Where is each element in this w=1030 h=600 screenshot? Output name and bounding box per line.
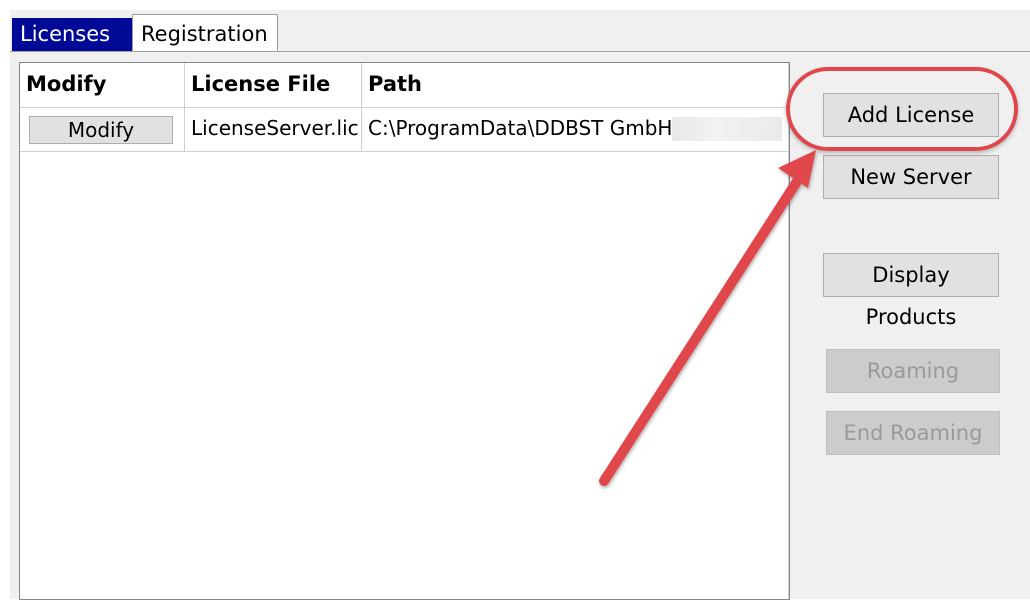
column-header-modify[interactable]: Modify — [20, 63, 185, 107]
roaming-button[interactable]: Roaming — [826, 349, 1000, 393]
path-cell[interactable]: C:\ProgramData\DDBST GmbH\ — [362, 107, 789, 151]
grid-divider — [788, 63, 789, 599]
column-header-path[interactable]: Path — [362, 63, 789, 107]
table-row[interactable]: Modify LicenseServer.lic C:\ProgramData\… — [20, 107, 789, 152]
redacted-path-blur — [672, 117, 782, 141]
tab-registration[interactable]: Registration — [132, 14, 278, 52]
end-roaming-button[interactable]: End Roaming — [826, 411, 1000, 455]
modify-cell: Modify — [20, 107, 185, 151]
display-products-button[interactable]: Display Products — [823, 253, 999, 329]
license-grid: Modify License File Path Modify LicenseS… — [19, 62, 790, 600]
tab-licenses[interactable]: Licenses — [12, 18, 132, 52]
license-file-cell[interactable]: LicenseServer.lic — [185, 107, 362, 151]
licenses-tab-panel: Modify License File Path Modify LicenseS… — [10, 51, 1030, 600]
path-text: C:\ProgramData\DDBST GmbH\ — [368, 116, 680, 140]
license-manager-window: Licenses Registration Modify License Fil… — [10, 10, 1030, 600]
new-server-button[interactable]: New Server — [823, 155, 999, 199]
column-header-license-file[interactable]: License File — [185, 63, 362, 107]
add-license-button[interactable]: Add License — [823, 93, 999, 137]
grid-header: Modify License File Path — [20, 63, 789, 108]
modify-button[interactable]: Modify — [29, 116, 173, 144]
